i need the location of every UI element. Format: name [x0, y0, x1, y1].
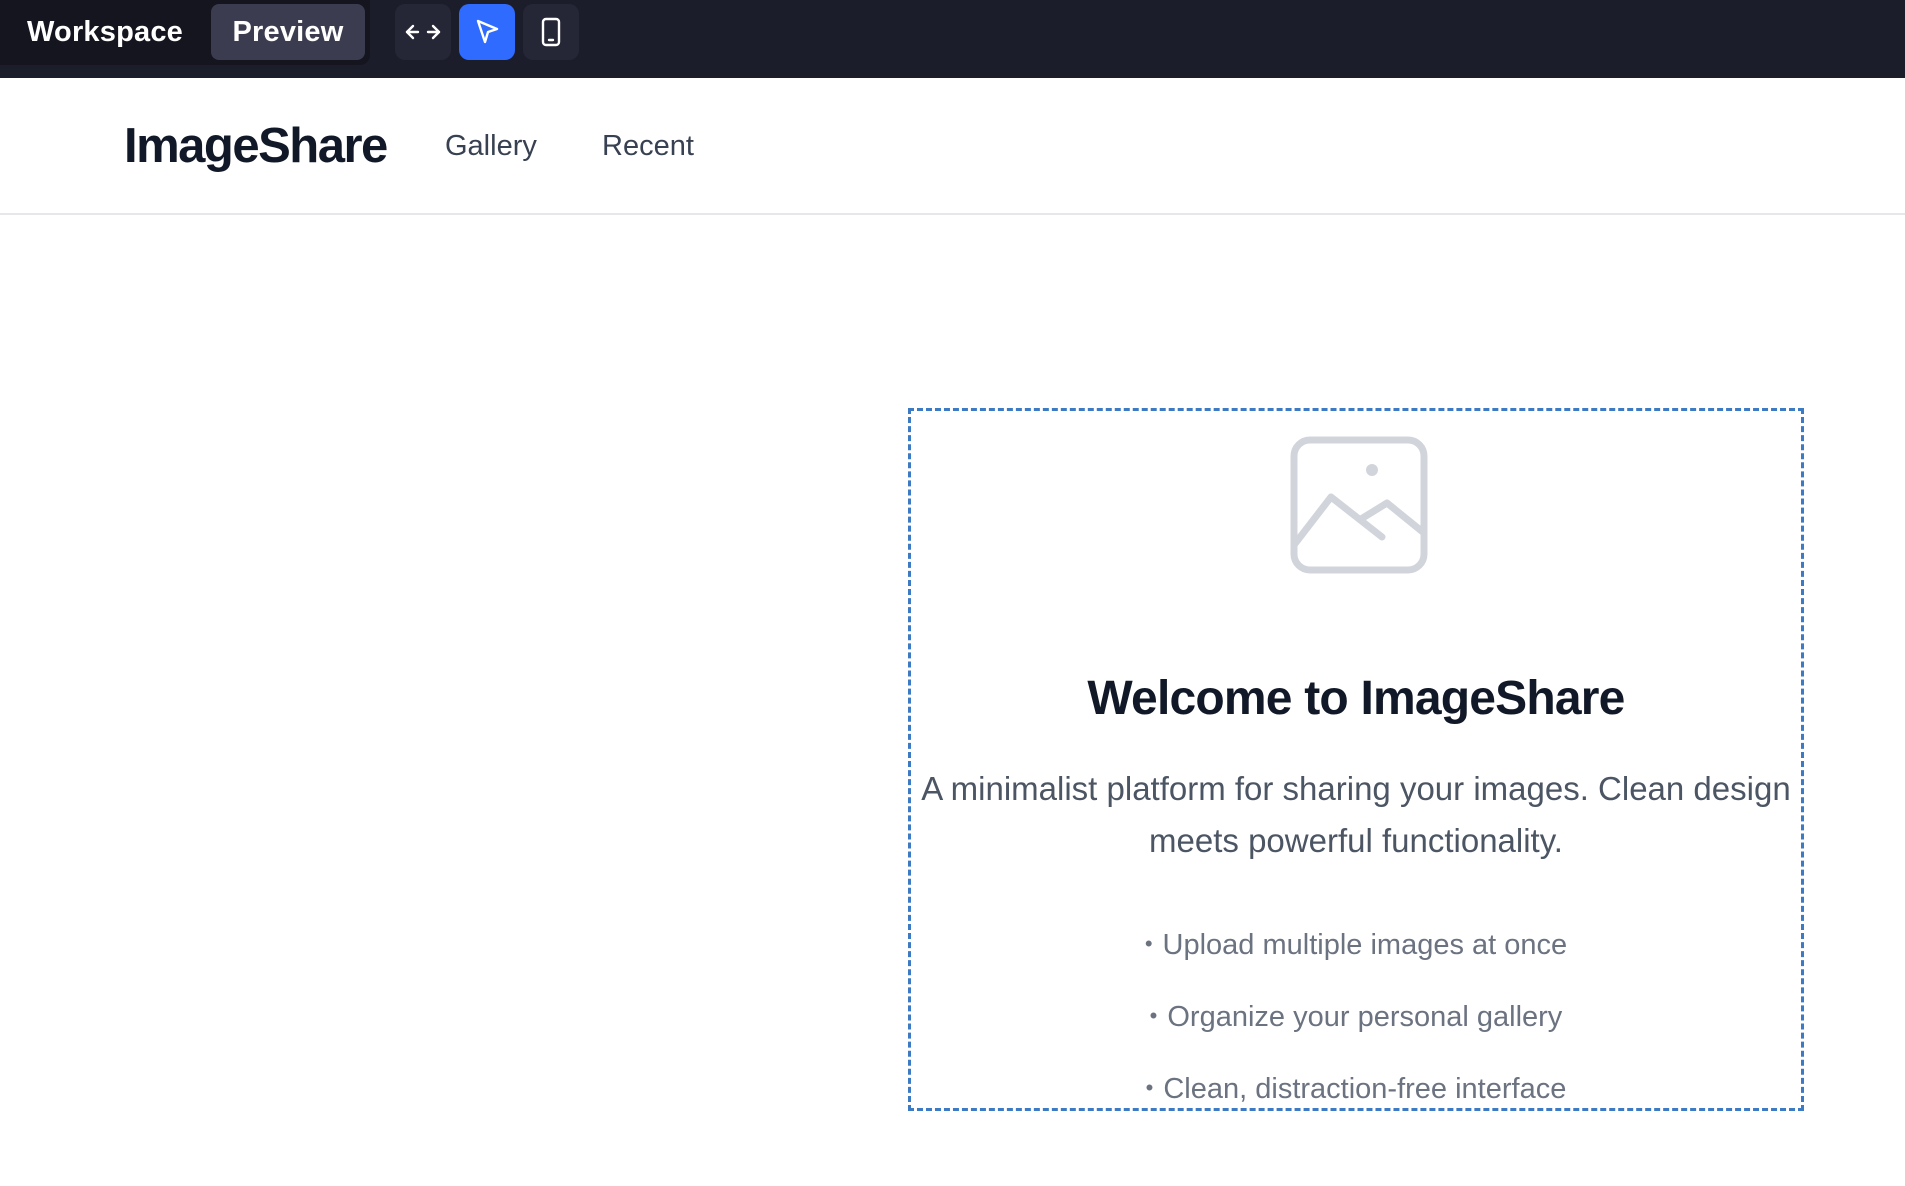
bullet-icon: •	[1149, 1003, 1158, 1028]
site-navbar: ImageShare Gallery Recent	[0, 78, 1905, 215]
feature-text: Clean, distraction-free interface	[1163, 1073, 1567, 1105]
brand-logo[interactable]: ImageShare	[124, 116, 388, 176]
mobile-device-icon	[541, 17, 561, 47]
feature-item: • Clean, distraction-free interface	[911, 1070, 1801, 1108]
resize-toggle-button[interactable]	[395, 4, 451, 60]
nav-link-recent[interactable]: Recent	[602, 128, 694, 164]
feature-list: • Upload multiple images at once • Organiz…	[911, 926, 1801, 1108]
select-tool-button[interactable]	[459, 4, 515, 60]
resize-horizontal-icon	[405, 24, 441, 40]
device-preview-button[interactable]	[523, 4, 579, 60]
mode-switcher: Workspace Preview	[0, 0, 370, 65]
bullet-icon: •	[1145, 1075, 1154, 1100]
image-placeholder-icon	[1290, 436, 1428, 574]
welcome-card: Welcome to ImageShare A minimalist platf…	[908, 408, 1804, 1111]
bullet-icon: •	[1144, 931, 1153, 956]
feature-text: Organize your personal gallery	[1167, 1001, 1563, 1033]
welcome-description: A minimalist platform for sharing your i…	[921, 770, 1791, 859]
feature-item: • Organize your personal gallery	[911, 998, 1801, 1070]
preview-mode-button[interactable]: Preview	[211, 4, 365, 60]
cursor-pointer-icon	[476, 19, 499, 44]
feature-text: Upload multiple images at once	[1162, 929, 1568, 961]
workspace-toolbar: Workspace Preview	[0, 0, 1905, 78]
workspace-mode-button[interactable]: Workspace	[6, 4, 204, 60]
feature-item: • Upload multiple images at once	[911, 926, 1801, 998]
nav-link-gallery[interactable]: Gallery	[445, 128, 537, 164]
welcome-title: Welcome to ImageShare	[1087, 672, 1625, 725]
